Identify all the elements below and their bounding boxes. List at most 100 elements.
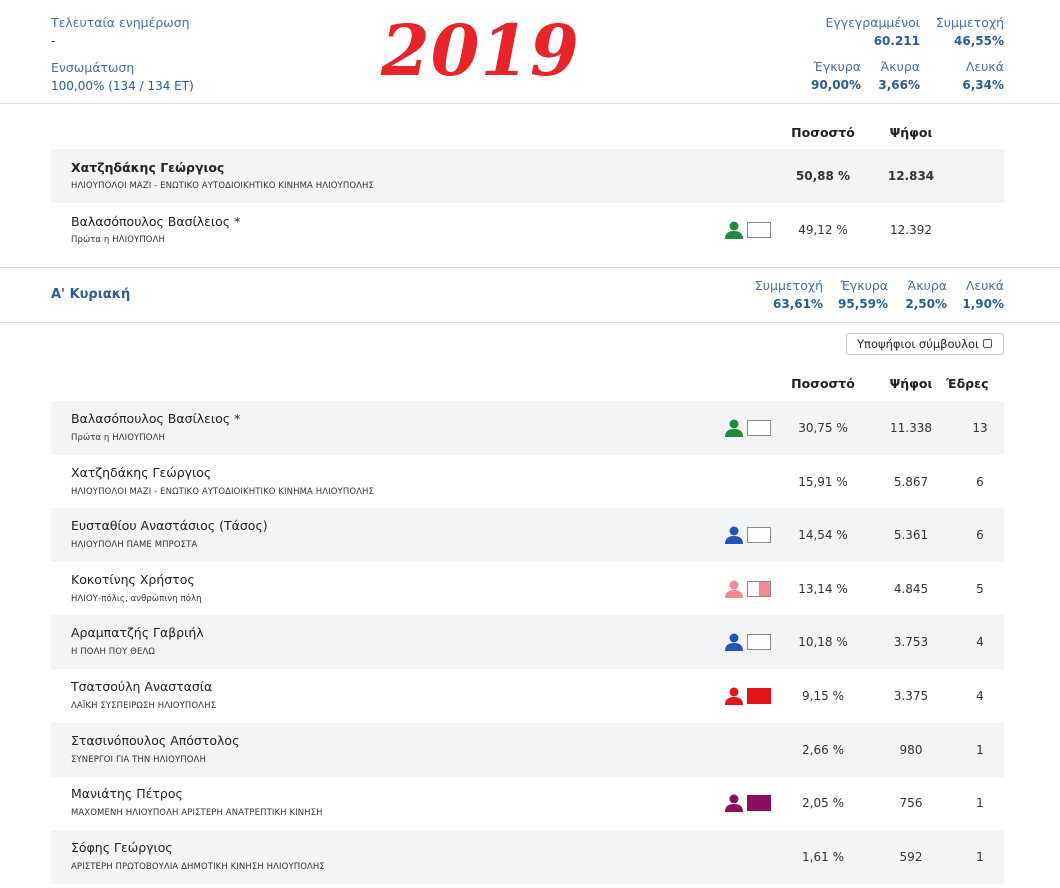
participation-label: Συμμετοχή [935, 15, 1004, 30]
seats-value: 13 [972, 421, 988, 435]
round-blank-value: 1,90% [962, 297, 1004, 311]
party-color-swatch [747, 581, 771, 597]
round-valid-label: Έγκυρα [840, 278, 889, 293]
seats-value: 4 [976, 689, 984, 703]
percent-value: 14,54 % [798, 528, 848, 542]
table-row[interactable]: Στασινόπουλος Απόστολος ΣΥΝΕΡΓΟΙ ΓΙΑ ΤΗΝ … [51, 723, 1004, 777]
integration-label: Ενσωμάτωση [51, 60, 135, 75]
candidate-name: Βαλασόπουλος Βασίλειος * [71, 214, 241, 229]
invalid-value: 3,66% [878, 78, 920, 92]
party-color-swatch [747, 527, 771, 543]
party-color-swatch [747, 795, 771, 811]
person-icon [725, 526, 743, 544]
party-color-swatch [747, 634, 771, 650]
blank-stat: Λευκά 6,34% [962, 58, 1004, 94]
candidate-name: Ευσταθίου Αναστάσιος (Τάσος) [71, 518, 268, 533]
votes-value: 5.361 [893, 528, 929, 542]
round-participation-value: 63,61% [773, 297, 823, 311]
party-color-swatch [747, 688, 771, 704]
party-name: ΗΛΙΟΥΠΟΛΟΙ ΜΑΖΙ - ΕΝΩΤΙΚΟ ΑΥΤΟΔΙΟΙΚΗΤΙΚΟ… [71, 181, 375, 191]
update-info: Τελευταία ενημέρωση - Ενσωμάτωση 100,00%… [51, 14, 194, 95]
table-row[interactable]: Ευσταθίου Αναστάσιος (Τάσος) ΗΛΙΟΥΠΟΛΗ ΠΑ… [51, 508, 1004, 562]
col-votes-header: Ψήφοι [889, 376, 933, 391]
candidates-toggle-button[interactable]: Υποψήφιοι σύμβουλοι [846, 333, 1004, 355]
seats-value: 1 [976, 743, 984, 757]
divider [0, 103, 1060, 104]
seats-value: 4 [976, 635, 984, 649]
percent-value: 2,66 % [802, 743, 844, 757]
votes-value: 11.338 [890, 421, 932, 435]
votes-value: 3.753 [893, 635, 929, 649]
seats-value: 6 [976, 475, 984, 489]
round-valid-stat: Έγκυρα 95,59% [838, 277, 888, 313]
votes-value: 5.867 [893, 475, 929, 489]
candidates-checkbox[interactable] [983, 339, 992, 348]
person-icon [725, 687, 743, 705]
registered-stat: Εγγεγραμμένοι 60.211 [825, 14, 920, 50]
percent-value: 49,12 % [798, 223, 848, 237]
integration-value: 100,00% (134 / 134 ΕΤ) [51, 79, 194, 93]
percent-value: 13,14 % [798, 582, 848, 596]
table-row[interactable]: Αραμπατζής Γαβριήλ Η ΠΟΛΗ ΠΟΥ ΘΕΛΩ 10,18 %… [51, 615, 1004, 669]
seats-value: 5 [976, 582, 984, 596]
party-name: ΗΛΙΟΥ-πόλις, ανθρώπινη πόλη [71, 594, 202, 604]
candidate-name: Χατζηδάκης Γεώργιος [71, 465, 212, 480]
table-row[interactable]: Τσατσούλη Αναστασία ΛΑΪΚΗ ΣΥΣΠΕΙΡΩΣΗ ΗΛΙΟ… [51, 669, 1004, 723]
round-invalid-value: 2,50% [905, 297, 947, 311]
person-icon [725, 419, 743, 437]
blank-label: Λευκά [965, 59, 1004, 74]
person-icon [725, 633, 743, 651]
table-row[interactable]: Μανιάτης Πέτρος ΜΑΧΟΜΕΝΗ ΗΛΙΟΥΠΟΛΗ ΑΡΙΣΤΕ… [51, 776, 1004, 830]
table-row[interactable]: Χατζηδάκης Γεώργιος ΗΛΙΟΥΠΟΛΟΙ ΜΑΖΙ - ΕΝΩ… [51, 455, 1004, 509]
divider [0, 322, 1060, 323]
person-icon [725, 221, 743, 239]
percent-value: 2,05 % [802, 796, 844, 810]
round-title[interactable]: Α' Κυριακή [51, 287, 130, 302]
table-row[interactable]: Βαλασόπουλος Βασίλειος * Πρώτα η ΗΛΙΟΥΠΟ… [51, 203, 1004, 257]
participation-value: 46,55% [954, 34, 1004, 48]
round-blank-stat: Λευκά 1,90% [962, 277, 1004, 313]
candidate-name: Μανιάτης Πέτρος [71, 786, 183, 801]
party-name: Πρώτα η ΗΛΙΟΥΠΟΛΗ [71, 235, 166, 245]
party-name: Πρώτα η ΗΛΙΟΥΠΟΛΗ [71, 433, 166, 443]
last-update-value: - [51, 34, 56, 48]
last-update-label: Τελευταία ενημέρωση [51, 15, 190, 30]
party-color-swatch [747, 222, 771, 238]
table-row[interactable]: Σόφης Γεώργιος ΑΡΙΣΤΕΡΗ ΠΡΩΤΟΒΟΥΛΙΑ ΔΗΜΟΤ… [51, 830, 1004, 884]
registered-value: 60.211 [873, 34, 920, 48]
seats-value: 1 [976, 796, 984, 810]
percent-value: 50,88 % [795, 169, 851, 183]
party-name: ΗΛΙΟΥΠΟΛΗ ΠΑΜΕ ΜΠΡΟΣΤΑ [71, 540, 198, 550]
table-row[interactable]: Κοκοτίνης Χρήστος ΗΛΙΟΥ-πόλις, ανθρώπινη … [51, 562, 1004, 616]
candidate-name: Αραμπατζής Γαβριήλ [71, 625, 204, 640]
votes-value: 592 [899, 850, 923, 864]
percent-value: 15,91 % [798, 475, 848, 489]
round-participation-stat: Συμμετοχή 63,61% [755, 277, 823, 313]
votes-value: 4.845 [893, 582, 929, 596]
candidate-name: Κοκοτίνης Χρήστος [71, 572, 195, 587]
candidates-toggle-label: Υποψήφιοι σύμβουλοι [857, 337, 979, 351]
candidate-name: Σόφης Γεώργιος [71, 840, 173, 855]
party-color-swatch [747, 420, 771, 436]
candidate-name: Βαλασόπουλος Βασίλειος * [71, 411, 241, 426]
person-icon [725, 794, 743, 812]
seats-value: 1 [976, 850, 984, 864]
round-invalid-stat: Άκυρα 2,50% [905, 277, 947, 313]
table-row[interactable]: Χατζηδάκης Γεώργιος ΗΛΙΟΥΠΟΛΟΙ ΜΑΖΙ - ΕΝ… [51, 149, 1004, 203]
year-overlay: 2019 [381, 9, 580, 92]
round-valid-value: 95,59% [838, 297, 888, 311]
party-name: ΜΑΧΟΜΕΝΗ ΗΛΙΟΥΠΟΛΗ ΑΡΙΣΤΕΡΗ ΑΝΑΤΡΕΠΤΙΚΗ … [71, 808, 323, 818]
valid-label: Έγκυρα [813, 59, 862, 74]
percent-value: 30,75 % [798, 421, 848, 435]
percent-value: 10,18 % [798, 635, 848, 649]
party-name: ΛΑΪΚΗ ΣΥΣΠΕΙΡΩΣΗ ΗΛΙΟΥΠΟΛΗΣ [71, 701, 217, 711]
votes-value: 756 [899, 796, 923, 810]
col-votes-header: Ψήφοι [889, 125, 933, 140]
votes-value: 12.392 [890, 223, 932, 237]
registered-label: Εγγεγραμμένοι [825, 15, 920, 30]
party-name: Η ΠΟΛΗ ΠΟΥ ΘΕΛΩ [71, 647, 155, 657]
table-row[interactable]: Βαλασόπουλος Βασίλειος * Πρώτα η ΗΛΙΟΥΠΟΛ… [51, 401, 1004, 455]
participation-stat: Συμμετοχή 46,55% [936, 14, 1004, 50]
party-name: ΣΥΝΕΡΓΟΙ ΓΙΑ ΤΗΝ ΗΛΙΟΥΠΟΛΗ [71, 755, 206, 765]
round-invalid-label: Άκυρα [907, 278, 947, 293]
